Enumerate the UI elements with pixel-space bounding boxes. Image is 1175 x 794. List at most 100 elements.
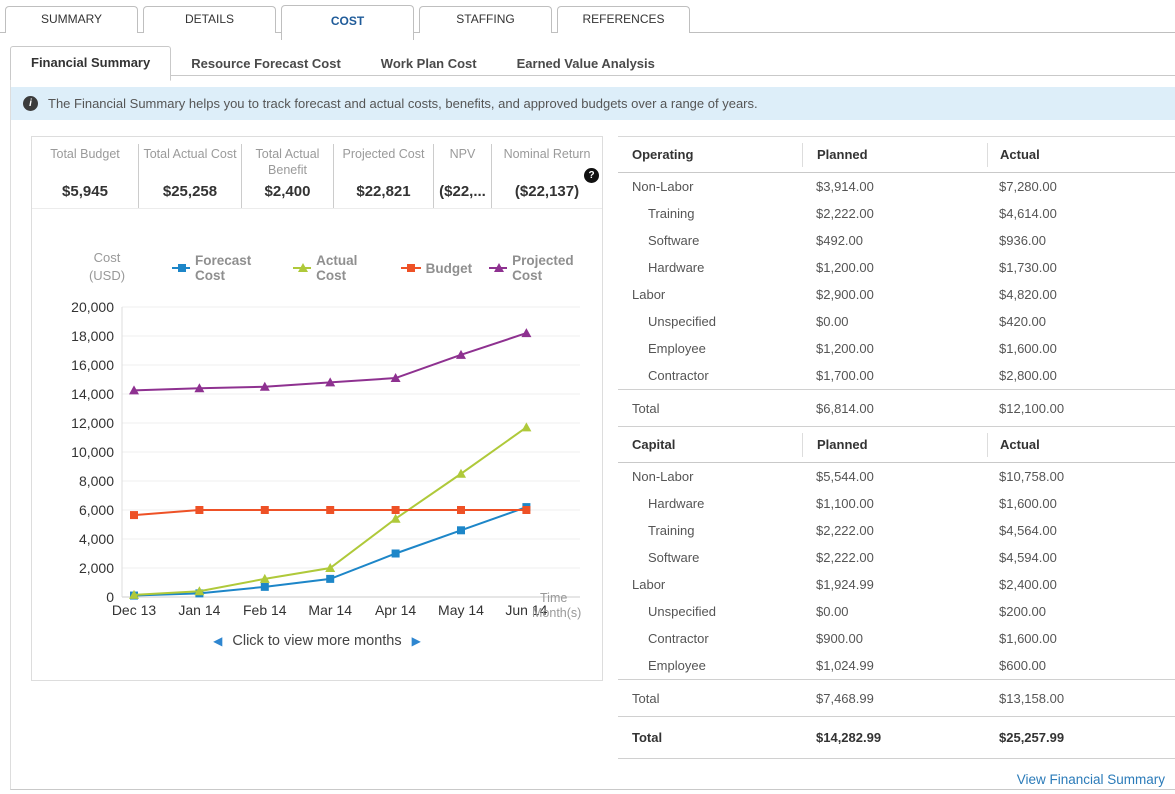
y-tick-label: 2,000 [79,560,114,576]
stat-total-actual-cost: Total Actual Cost $25,258 [139,144,242,208]
row-label: Hardware [648,260,705,275]
triangle-marker-icon [489,263,508,272]
stat-value: $22,821 [356,183,411,200]
stat-value: $2,400 [264,183,311,200]
pager-prev-icon[interactable]: ◀ [203,634,232,648]
tab-summary[interactable]: SUMMARY [5,6,138,33]
table-row-contractor: Contractor $1,700.00 $2,800.00 [618,362,1175,389]
data-point [522,506,531,514]
actual-value: $200.00 [999,604,1046,619]
row-label: Contractor [648,368,709,383]
planned-value: $2,900.00 [816,287,874,302]
planned-value: $6,814.00 [816,400,874,416]
table-row-training: Training $2,222.00 $4,564.00 [618,517,1175,544]
y-tick-label: 18,000 [71,328,114,344]
row-label: Total [632,730,663,745]
subtab-earned-value-analysis[interactable]: Earned Value Analysis [497,48,675,80]
actual-value: $10,758.00 [999,469,1065,484]
tab-details[interactable]: DETAILS [143,6,276,33]
summary-stats-row: Total Budget $5,945 Total Actual Cost $25,2… [32,137,602,209]
table-row-labor: Labor $2,900.00 $4,820.00 [618,281,1175,308]
x-tick-label: Jan 14 [178,602,220,618]
row-label: Total [632,400,660,416]
subtab-resource-forecast-cost[interactable]: Resource Forecast Cost [171,48,361,80]
pager-label[interactable]: Click to view more months [232,633,401,649]
row-label: Training [648,523,695,538]
planned-value: $3,914.00 [816,179,874,194]
actual-value: $420.00 [999,314,1046,329]
planned-value: $1,700.00 [816,368,874,383]
data-point [260,506,269,514]
data-point [521,422,532,432]
sub-tab-bar: Financial Summary Resource Forecast Cost W… [10,46,675,81]
data-point [326,506,335,514]
table-row-unspecified: Unspecified $0.00 $420.00 [618,308,1175,335]
planned-value: $492.00 [816,233,863,248]
y-tick-label: 12,000 [71,415,114,431]
pager-next-icon[interactable]: ▶ [402,634,431,648]
triangle-marker-icon [293,263,312,272]
y-tick-label: 6,000 [79,502,114,518]
planned-value: $14,282.99 [816,730,882,745]
data-point [521,328,532,338]
actual-value: $7,280.00 [999,179,1057,194]
planned-value: $1,100.00 [816,496,874,511]
stat-value: $5,945 [62,183,108,200]
actual-value: Actual [987,142,1175,167]
planned-value: $1,024.99 [816,658,874,673]
x-axis-label: Time Month(s) [532,591,582,620]
planned-value: $1,200.00 [816,341,874,356]
subtab-work-plan-cost[interactable]: Work Plan Cost [361,48,497,80]
actual-value: $600.00 [999,658,1046,673]
table-row-training: Training $2,222.00 $4,614.00 [618,200,1175,227]
row-label: Software [648,550,700,565]
x-tick-label: May 14 [438,602,484,618]
data-point [457,526,465,535]
legend-projected-cost[interactable]: Projected Cost [489,253,598,283]
tab-references[interactable]: REFERENCES [557,6,690,33]
legend-forecast-cost[interactable]: Forecast Cost [172,253,276,283]
row-label: Operating [632,147,694,162]
stat-npv: NPV ($22,... [434,144,492,208]
table-row-non-labor: Non-Labor $3,914.00 $7,280.00 [618,173,1175,200]
stat-label: Total Actual Cost [143,147,237,161]
actual-value: $1,600.00 [999,496,1057,511]
table-row-contractor: Contractor $900.00 $1,600.00 [618,625,1175,652]
planned-value: $2,222.00 [816,523,874,538]
tab-staffing[interactable]: STAFFING [419,6,552,33]
question-circle-icon[interactable]: ? [584,168,599,183]
stat-value: ($22,... [439,183,486,200]
table-row-employee: Employee $1,200.00 $1,600.00 [618,335,1175,362]
planned-value: $0.00 [816,604,849,619]
cost-chart: Cost (USD) Forecast Cost Actual Cost Budge… [32,209,602,679]
chart-month-pager: ◀ Click to view more months ▶ [32,633,602,649]
subtab-financial-summary[interactable]: Financial Summary [10,46,172,81]
y-tick-label: 8,000 [79,473,114,489]
tab-cost[interactable]: COST [281,5,414,40]
data-point [326,574,335,583]
x-tick-label: Feb 14 [243,602,287,618]
cost-tab-panel: i The Financial Summary helps you to tra… [10,75,1175,790]
view-financial-summary-link[interactable]: View Financial Summary [1017,772,1165,787]
actual-value: $4,594.00 [999,550,1057,565]
actual-value: $1,730.00 [999,260,1057,275]
info-banner: i The Financial Summary helps you to tra… [11,87,1175,120]
legend-budget[interactable]: Budget [400,261,472,276]
row-label: Non-Labor [632,469,694,484]
row-label: Employee [648,658,706,673]
legend-label: Actual Cost [316,253,358,283]
stat-total-actual-benefit: Total Actual Benefit $2,400 [242,144,334,208]
row-label: Unspecified [648,314,716,329]
section-header-capital: Capital Planned Actual [618,427,1175,463]
actual-value: $1,600.00 [999,341,1057,356]
row-label: Non-Labor [632,179,694,194]
table-row-non-labor: Non-Labor $5,544.00 $10,758.00 [618,463,1175,490]
row-label: Training [648,206,695,221]
legend-actual-cost[interactable]: Actual Cost [293,253,384,283]
actual-value: $4,614.00 [999,206,1057,221]
y-tick-label: 10,000 [71,444,114,460]
actual-value: $2,400.00 [999,577,1057,592]
stat-label: Total Budget [50,147,120,161]
planned-value: $1,924.99 [816,577,874,592]
data-point [390,513,401,523]
